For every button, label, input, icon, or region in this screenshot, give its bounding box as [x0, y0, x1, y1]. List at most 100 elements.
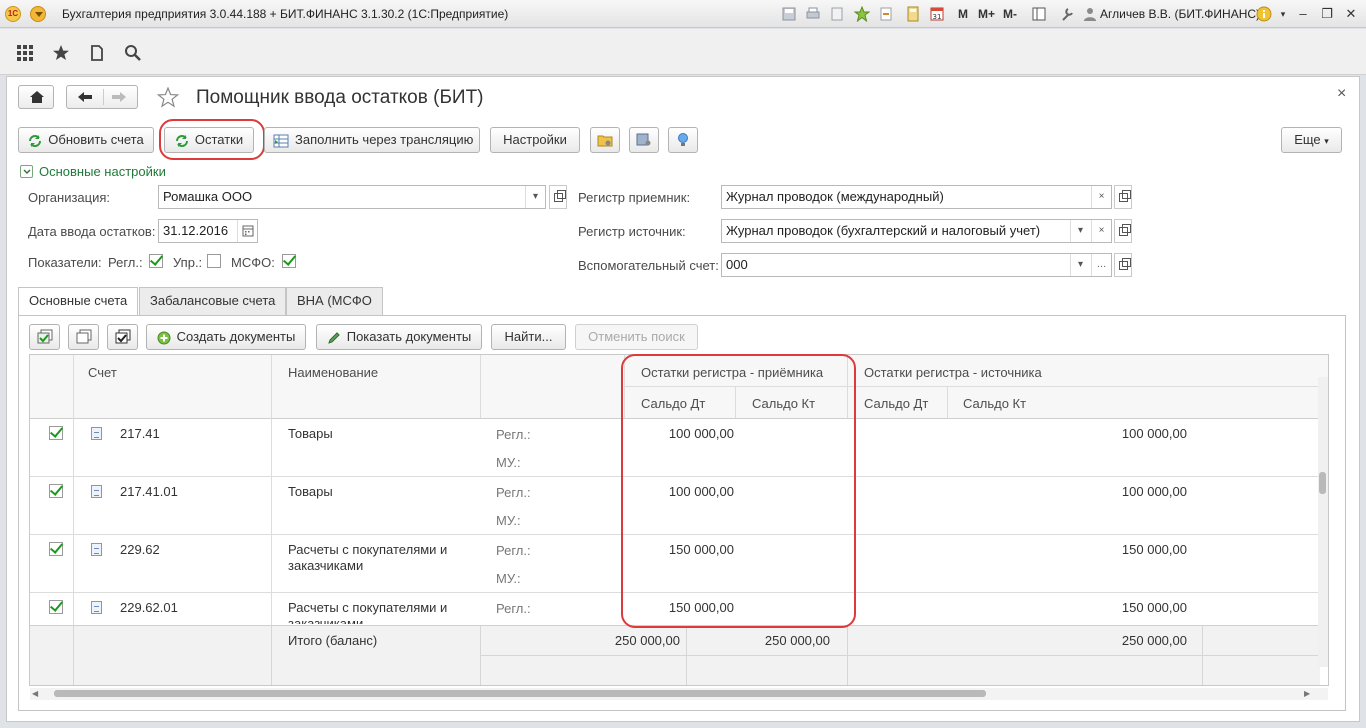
collapse-group-toggle[interactable] — [20, 165, 33, 178]
aux-open-button[interactable] — [1114, 253, 1132, 277]
receiver-open-button[interactable] — [1114, 185, 1132, 209]
organization-field[interactable]: Ромашка ООО ▾ — [158, 185, 546, 209]
organization-open-button[interactable] — [549, 185, 567, 209]
row-name[interactable]: Расчеты с покупателями и — [288, 542, 447, 557]
row-source-value[interactable]: 150 000,00 — [1077, 542, 1187, 557]
row-receiver-dt[interactable]: 150 000,00 — [624, 600, 734, 615]
vertical-scrollbar[interactable] — [1318, 377, 1328, 667]
preview-icon[interactable] — [829, 6, 845, 22]
row-receiver-dt[interactable]: 150 000,00 — [624, 542, 734, 557]
horizontal-scrollbar[interactable]: ◀ ▶ — [30, 688, 1328, 700]
print-icon[interactable] — [805, 6, 821, 22]
folder-settings-button[interactable] — [590, 127, 620, 153]
row-account[interactable]: 217.41 — [120, 426, 160, 441]
tab-main-accounts[interactable]: Основные счета — [18, 287, 139, 316]
apps-grid-icon[interactable] — [16, 44, 34, 62]
save-settings-button[interactable] — [629, 127, 659, 153]
source-dropdown-button[interactable]: ▾ — [1070, 220, 1090, 242]
aux-dropdown-button[interactable]: ▾ — [1070, 254, 1090, 276]
balances-button[interactable]: Остатки — [164, 127, 254, 153]
uncheck-all-button[interactable] — [68, 324, 99, 350]
source-register-field[interactable]: Журнал проводок (бухгалтерский и налогов… — [721, 219, 1112, 243]
main-menu-button[interactable] — [30, 6, 46, 22]
link-icon[interactable] — [878, 6, 894, 22]
check-all-button[interactable] — [29, 324, 60, 350]
search-icon[interactable] — [124, 44, 142, 62]
invert-check-button[interactable] — [107, 324, 138, 350]
row-name-line2[interactable]: заказчиками — [288, 616, 363, 624]
tools-icon[interactable] — [1059, 6, 1075, 22]
show-documents-button[interactable]: Показать документы — [316, 324, 482, 350]
create-documents-button[interactable]: Создать документы — [146, 324, 306, 350]
cancel-search-button[interactable]: Отменить поиск — [575, 324, 698, 350]
forward-arrow-icon[interactable] — [111, 91, 127, 103]
source-clear-button[interactable]: × — [1091, 220, 1111, 242]
calculator-icon[interactable] — [905, 6, 921, 22]
aux-account-field[interactable]: 000 ▾ … — [721, 253, 1112, 277]
minimize-button[interactable]: – — [1294, 5, 1312, 23]
tab-vna-msfo[interactable]: ВНА (МСФО — [286, 287, 383, 315]
favorite-add-icon[interactable] — [854, 6, 870, 22]
row-name[interactable]: Товары — [288, 426, 333, 441]
scroll-left-icon[interactable]: ◀ — [32, 689, 38, 698]
fill-translation-button[interactable]: Заполнить через трансляцию — [264, 127, 480, 153]
row-checkbox[interactable] — [49, 426, 63, 440]
row-receiver-dt[interactable]: 100 000,00 — [624, 426, 734, 441]
row-name[interactable]: Расчеты с покупателями и — [288, 600, 447, 615]
regl-checkbox[interactable] — [149, 254, 163, 268]
source-open-button[interactable] — [1114, 219, 1132, 243]
row-checkbox[interactable] — [49, 600, 63, 614]
row-source-value[interactable]: 100 000,00 — [1077, 426, 1187, 441]
home-button[interactable] — [18, 85, 54, 109]
calendar-icon[interactable]: 31 — [929, 6, 945, 22]
row-receiver-dt[interactable]: 100 000,00 — [624, 484, 734, 499]
col-header-name[interactable]: Наименование — [288, 365, 378, 380]
calendar-button[interactable] — [237, 220, 257, 242]
aux-select-button[interactable]: … — [1091, 254, 1111, 276]
settings-button[interactable]: Настройки — [490, 127, 580, 153]
save-icon[interactable] — [781, 6, 797, 22]
tab-offbalance-accounts[interactable]: Забалансовые счета — [139, 287, 287, 315]
col-header-receiver-kt[interactable]: Сальдо Кт — [752, 396, 815, 411]
row-name[interactable]: Товары — [288, 484, 333, 499]
maximize-button[interactable]: ❐ — [1318, 5, 1336, 23]
history-icon[interactable] — [88, 44, 106, 62]
info-dropdown-icon[interactable]: ▾ — [1274, 5, 1292, 23]
info-icon[interactable] — [1256, 6, 1272, 22]
col-header-source-kt[interactable]: Сальдо Кт — [963, 396, 1026, 411]
receiver-register-field[interactable]: Журнал проводок (международный) × — [721, 185, 1112, 209]
current-user[interactable]: Агличев В.В. (БИТ.ФИНАНС) — [1100, 7, 1260, 21]
favorite-star-icon[interactable] — [157, 87, 179, 108]
col-header-receiver-dt[interactable]: Сальдо Дт — [641, 396, 705, 411]
row-checkbox[interactable] — [49, 484, 63, 498]
find-button[interactable]: Найти... — [491, 324, 566, 350]
row-account[interactable]: 217.41.01 — [120, 484, 178, 499]
memory-plus-button[interactable]: M+ — [978, 7, 995, 21]
main-settings-group-title[interactable]: Основные настройки — [39, 164, 166, 179]
memory-button[interactable]: M — [958, 7, 968, 21]
row-checkbox[interactable] — [49, 542, 63, 556]
row-name-line2[interactable]: заказчиками — [288, 558, 363, 573]
upr-checkbox[interactable] — [207, 254, 221, 268]
row-source-value[interactable]: 100 000,00 — [1077, 484, 1187, 499]
vertical-scroll-thumb[interactable] — [1319, 472, 1326, 494]
row-source-value[interactable]: 150 000,00 — [1077, 600, 1187, 615]
horizontal-scroll-thumb[interactable] — [54, 690, 986, 697]
close-window-button[interactable]: ✕ — [1342, 5, 1360, 23]
panel-layout-icon[interactable] — [1031, 6, 1047, 22]
more-button[interactable]: Еще ▾ — [1281, 127, 1342, 153]
scroll-right-icon[interactable]: ▶ — [1304, 689, 1310, 698]
organization-dropdown-button[interactable]: ▾ — [525, 186, 545, 208]
row-account[interactable]: 229.62 — [120, 542, 160, 557]
msfo-checkbox[interactable] — [282, 254, 296, 268]
row-account[interactable]: 229.62.01 — [120, 600, 178, 615]
col-header-source-dt[interactable]: Сальдо Дт — [864, 396, 928, 411]
hint-button[interactable] — [668, 127, 698, 153]
close-form-button[interactable]: × — [1337, 85, 1346, 103]
receiver-clear-button[interactable]: × — [1091, 186, 1111, 208]
memory-minus-button[interactable]: M- — [1003, 7, 1017, 21]
favorites-star-icon[interactable] — [52, 44, 70, 62]
col-header-account[interactable]: Счет — [88, 365, 117, 380]
date-field[interactable]: 31.12.2016 — [158, 219, 258, 243]
refresh-accounts-button[interactable]: Обновить счета — [18, 127, 154, 153]
